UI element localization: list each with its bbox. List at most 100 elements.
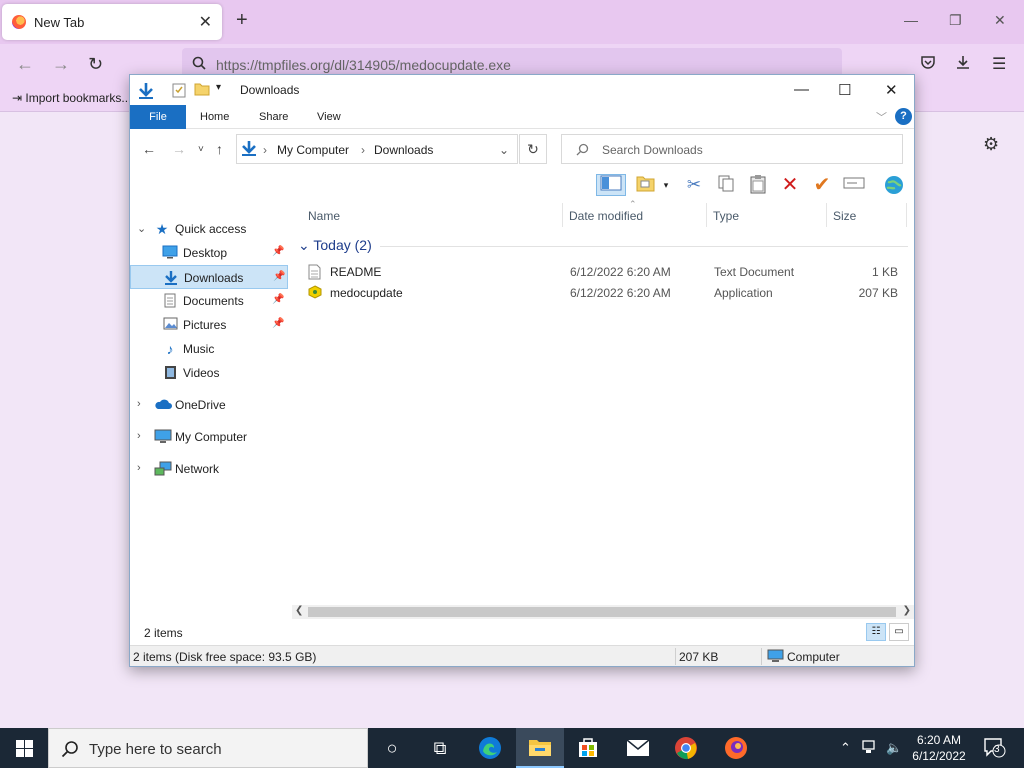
- taskbar-search-box[interactable]: Type here to search: [48, 728, 368, 768]
- paste-icon[interactable]: [746, 174, 770, 196]
- column-header-name[interactable]: Name: [308, 209, 340, 223]
- nav-my-computer[interactable]: › My Computer: [130, 425, 288, 449]
- close-tab-icon[interactable]: ✕: [199, 12, 212, 32]
- cortana-icon[interactable]: ○: [368, 728, 416, 768]
- nav-downloads[interactable]: Downloads 📌: [130, 265, 288, 289]
- nav-onedrive[interactable]: › OneDrive: [130, 393, 288, 417]
- chevron-right-icon[interactable]: ›: [137, 398, 141, 410]
- breadcrumb-downloads[interactable]: Downloads: [374, 143, 433, 157]
- column-header-date[interactable]: Date modified: [569, 209, 643, 223]
- show-hidden-icons-icon[interactable]: ⌃: [840, 740, 851, 756]
- item-count-bar: 2 items ☷ ▭: [130, 621, 914, 643]
- task-view-icon[interactable]: ⧉: [416, 728, 464, 768]
- recent-locations-icon[interactable]: ˅: [198, 144, 204, 155]
- group-header-today[interactable]: ⌄ Today (2): [298, 237, 372, 254]
- column-separator[interactable]: [562, 203, 563, 227]
- file-row-medocupdate[interactable]: medocupdate 6/12/2022 6:20 AM Applicatio…: [300, 282, 910, 303]
- pin-icon[interactable]: 📌: [272, 246, 284, 257]
- chevron-down-icon[interactable]: ﹀: [876, 109, 887, 125]
- forward-icon[interactable]: →: [52, 54, 70, 75]
- gear-icon[interactable]: ⚙: [983, 134, 999, 155]
- back-icon[interactable]: ←: [142, 141, 156, 157]
- nav-network[interactable]: › Network: [130, 457, 288, 481]
- address-bar[interactable]: › My Computer › Downloads ⌄: [236, 134, 518, 164]
- file-explorer-taskbar-icon[interactable]: [516, 728, 564, 768]
- menu-icon[interactable]: ☰: [992, 54, 1006, 74]
- maximize-icon[interactable]: ☐: [838, 81, 851, 99]
- refresh-button[interactable]: ↻: [519, 134, 547, 164]
- column-separator[interactable]: [826, 203, 827, 227]
- column-header-size[interactable]: Size: [833, 209, 856, 223]
- downloads-icon[interactable]: [955, 54, 971, 75]
- tab-home[interactable]: Home: [200, 111, 229, 123]
- chevron-right-icon[interactable]: ›: [137, 462, 141, 474]
- rename-icon[interactable]: [842, 174, 866, 196]
- back-icon[interactable]: ←: [16, 54, 34, 75]
- scroll-left-icon[interactable]: ❮: [295, 605, 303, 616]
- nav-music[interactable]: ♪ Music: [130, 337, 288, 361]
- chrome-icon[interactable]: [662, 728, 710, 768]
- forward-icon[interactable]: →: [172, 141, 186, 157]
- pin-icon[interactable]: 📌: [272, 318, 284, 329]
- pin-icon[interactable]: 📌: [273, 271, 285, 282]
- new-tab-button[interactable]: +: [236, 9, 248, 32]
- close-browser-icon[interactable]: ✕: [994, 12, 1006, 29]
- horizontal-scrollbar[interactable]: ❮ ❯: [292, 605, 914, 619]
- restore-browser-icon[interactable]: ❐: [949, 12, 962, 29]
- customize-toolbar-icon[interactable]: ▾: [216, 82, 221, 93]
- chevron-down-icon[interactable]: ▾: [660, 174, 672, 196]
- nav-quick-access[interactable]: ⌄ ★ Quick access: [130, 217, 288, 241]
- globe-icon[interactable]: [882, 174, 906, 196]
- nav-videos[interactable]: Videos: [130, 361, 288, 385]
- chevron-right-icon[interactable]: ›: [137, 430, 141, 442]
- scrollbar-thumb[interactable]: [308, 607, 896, 617]
- file-size: 1 KB: [871, 265, 898, 279]
- notification-center-icon[interactable]: 3: [984, 738, 1006, 761]
- tab-file[interactable]: File: [130, 105, 186, 129]
- edge-icon[interactable]: [466, 728, 514, 768]
- details-view-icon[interactable]: ☷: [866, 623, 886, 641]
- minimize-browser-icon[interactable]: —: [904, 12, 918, 28]
- search-icon: [61, 741, 78, 758]
- search-input[interactable]: Search Downloads: [561, 134, 903, 164]
- large-icons-view-icon[interactable]: ▭: [889, 623, 909, 641]
- delete-icon[interactable]: ✕: [778, 174, 802, 196]
- reload-icon[interactable]: ↻: [88, 54, 103, 75]
- column-separator[interactable]: [706, 203, 707, 227]
- new-folder-icon[interactable]: [194, 82, 210, 99]
- browser-tab-new-tab[interactable]: New Tab ✕: [2, 4, 222, 40]
- nav-documents[interactable]: Documents 📌: [130, 289, 288, 313]
- pin-icon[interactable]: 📌: [272, 294, 284, 305]
- file-row-readme[interactable]: README 6/12/2022 6:20 AM Text Document 1…: [300, 261, 910, 282]
- tab-view[interactable]: View: [317, 111, 341, 123]
- column-separator[interactable]: [906, 203, 907, 227]
- nav-desktop[interactable]: Desktop 📌: [130, 241, 288, 265]
- minimize-icon[interactable]: —: [794, 81, 809, 98]
- copy-icon[interactable]: [714, 174, 738, 196]
- import-bookmarks-link[interactable]: ⇥ Import bookmarks...: [12, 91, 131, 105]
- volume-icon[interactable]: 🔈: [886, 740, 902, 756]
- preview-pane-icon[interactable]: [596, 174, 626, 196]
- scroll-right-icon[interactable]: ❯: [903, 605, 911, 616]
- chevron-down-icon[interactable]: ⌄: [137, 222, 146, 235]
- close-icon[interactable]: ✕: [885, 81, 898, 99]
- help-icon[interactable]: ?: [895, 108, 912, 125]
- mail-icon[interactable]: [614, 728, 662, 768]
- chevron-down-icon[interactable]: ⌄: [499, 143, 509, 157]
- nav-pictures[interactable]: Pictures 📌: [130, 313, 288, 337]
- up-icon[interactable]: ↑: [216, 141, 223, 157]
- properties-icon[interactable]: [172, 82, 186, 101]
- firefox-taskbar-icon[interactable]: [712, 728, 760, 768]
- system-clock[interactable]: 6:20 AM 6/12/2022: [910, 732, 968, 764]
- store-icon[interactable]: [564, 728, 612, 768]
- pocket-icon[interactable]: [920, 54, 936, 75]
- start-button[interactable]: [0, 728, 48, 768]
- tab-share[interactable]: Share: [259, 111, 288, 123]
- file-explorer-window: ▾ Downloads — ☐ ✕ File Home Share View ﹀…: [129, 74, 915, 667]
- breadcrumb-my-computer[interactable]: My Computer: [277, 143, 349, 157]
- network-tray-icon[interactable]: [862, 740, 878, 757]
- new-item-icon[interactable]: [634, 174, 658, 196]
- checkmark-icon[interactable]: ✔: [810, 174, 834, 196]
- column-header-type[interactable]: Type: [713, 209, 739, 223]
- cut-icon[interactable]: ✂: [682, 174, 706, 196]
